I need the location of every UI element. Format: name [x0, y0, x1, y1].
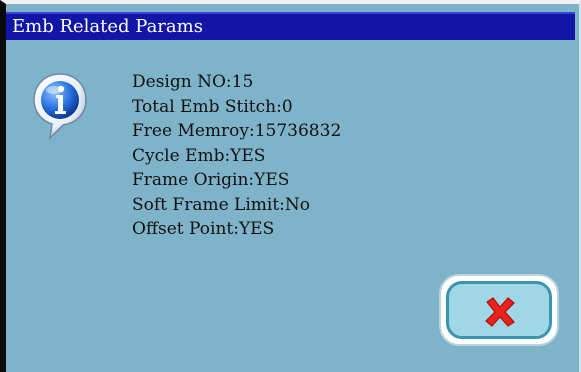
param-frame-origin: Frame Origin:YES: [132, 170, 290, 190]
dialog-title: Emb Related Params: [12, 16, 203, 37]
param-design-no: Design NO:15: [132, 72, 254, 92]
close-button-face[interactable]: [446, 281, 552, 339]
close-button[interactable]: [439, 274, 559, 346]
info-icon: [33, 73, 87, 141]
close-icon: [485, 297, 515, 327]
param-soft-frame-limit: Soft Frame Limit:No: [132, 194, 311, 215]
param-offset-point: Offset Point:YES: [132, 219, 275, 239]
param-cycle-emb: Cycle Emb:YES: [132, 145, 266, 166]
params-dialog: Emb Related Params Design NO:15 Total Em…: [0, 0, 581, 372]
param-free-memory: Free Memroy:15736832: [132, 121, 342, 141]
params-list: Design NO:15 Total Emb Stitch:0 Free Mem…: [132, 70, 341, 242]
param-total-emb-stitch: Total Emb Stitch:0: [132, 96, 293, 117]
titlebar: Emb Related Params: [6, 12, 575, 40]
